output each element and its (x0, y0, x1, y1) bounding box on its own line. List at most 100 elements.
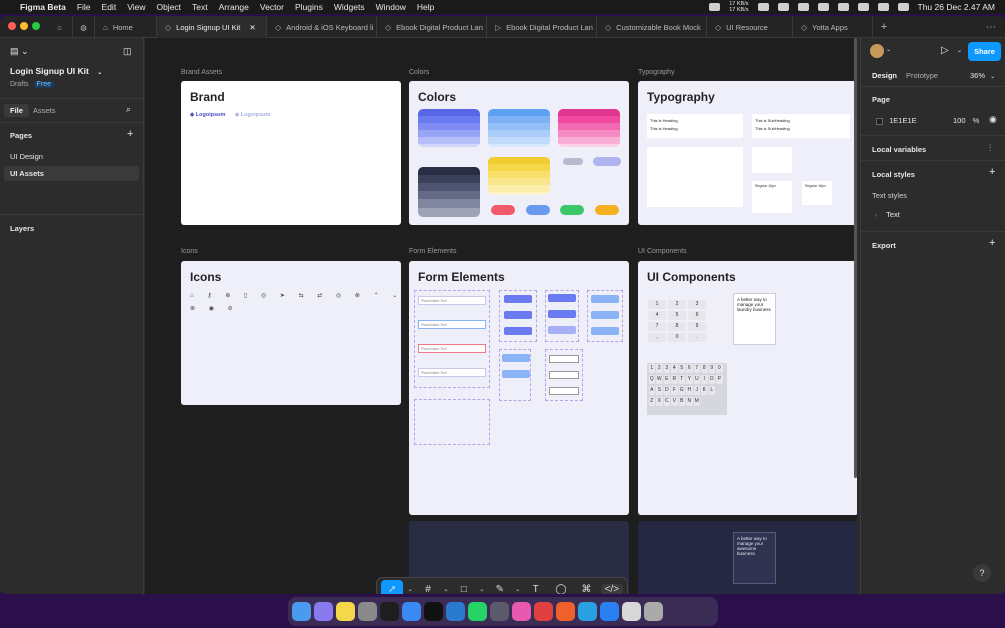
frame-tool-button[interactable]: # (417, 584, 439, 594)
toggle-sidebar-icon[interactable]: ◫ (123, 46, 132, 57)
tab-book-mock[interactable]: ◇ Customizable Book Mock (597, 16, 707, 38)
dev-mode-toggle[interactable]: </> (600, 584, 623, 594)
vscode-icon[interactable] (446, 602, 465, 621)
frame-label-colors[interactable]: Colors (409, 69, 429, 76)
clock[interactable]: Thu 26 Dec 2.47 AM (918, 2, 996, 12)
community-icon[interactable]: ◍ (73, 16, 95, 38)
telegram-icon[interactable] (578, 602, 597, 621)
status-icon[interactable] (777, 3, 789, 11)
avatar[interactable] (870, 44, 884, 58)
resources-tool-button[interactable]: ⌘ (575, 584, 597, 594)
add-page-icon[interactable]: + (127, 128, 133, 140)
status-icon[interactable] (709, 3, 721, 11)
menu-vector[interactable]: Vector (260, 2, 284, 12)
add-export-icon[interactable]: + (989, 237, 995, 249)
documents-icon[interactable] (622, 602, 641, 621)
chevron-down-icon[interactable]: ⌄ (886, 46, 891, 53)
chevron-down-icon[interactable]: ⌄ (514, 586, 521, 593)
home-icon[interactable]: ⌂ (47, 16, 73, 38)
frame-label-icons[interactable]: Icons (181, 248, 198, 255)
more-icon[interactable]: ⋯ (980, 16, 1002, 38)
page-item-ui-design[interactable]: UI Design (10, 152, 43, 161)
move-tool-button[interactable]: ➚ (381, 580, 404, 594)
menu-view[interactable]: View (127, 2, 145, 12)
frame-form-elements[interactable]: Form Elements Placeholder Text Placehold… (409, 261, 629, 515)
variables-icon[interactable]: ⫶ (989, 143, 991, 154)
system-settings-icon[interactable] (358, 602, 377, 621)
whatsapp-icon[interactable] (468, 602, 487, 621)
page-item-ui-assets[interactable]: UI Assets (4, 166, 139, 181)
frame-ui-components[interactable]: UI Components 123456789,0. A better way … (638, 261, 857, 515)
frame-label-ui[interactable]: UI Components (638, 248, 687, 255)
zoom-window-button[interactable] (32, 22, 40, 30)
terminal-icon[interactable] (424, 602, 443, 621)
chevron-down-icon[interactable]: ⌄ (957, 47, 962, 54)
tab-yotta[interactable]: ◇ Yotta Apps (793, 16, 873, 38)
frame-typography[interactable]: Typography This is Heading This is Headin… (638, 81, 857, 225)
record-icon[interactable] (837, 3, 849, 11)
menu-plugins[interactable]: Plugins (295, 2, 323, 12)
app-store-icon[interactable] (600, 602, 619, 621)
frame-label-typography[interactable]: Typography (638, 69, 675, 76)
share-button[interactable]: Share (968, 42, 1001, 61)
frame-ui-components-dark[interactable]: A better way to manage your awesome busi… (638, 521, 857, 594)
tab-file[interactable]: File (4, 104, 29, 117)
visibility-icon[interactable]: ◉ (989, 114, 997, 125)
tab-android-keyboard[interactable]: ◇ Android & iOS Keyboard li (267, 16, 377, 38)
brave-icon[interactable] (556, 602, 575, 621)
main-menu-icon[interactable]: ▤ ⌄ (10, 46, 29, 57)
tab-home[interactable]: ⌂ Home (95, 16, 157, 38)
page-opacity-field[interactable]: 100 % (953, 116, 979, 125)
tab-assets[interactable]: Assets (33, 106, 56, 115)
tab-ebook-2[interactable]: ▷ Ebook Digital Product Lan (487, 16, 597, 38)
tab-prototype[interactable]: Prototype (906, 71, 938, 80)
menu-window[interactable]: Window (376, 2, 406, 12)
control-center-icon[interactable] (897, 3, 909, 11)
zoom-level[interactable]: 36% ⌄ (970, 71, 995, 80)
frame-label-forms[interactable]: Form Elements (409, 248, 456, 255)
app-icon[interactable] (490, 602, 509, 621)
menu-edit[interactable]: Edit (102, 2, 117, 12)
safari-icon[interactable] (402, 602, 421, 621)
shape-tool-button[interactable]: □ (453, 584, 475, 594)
notes-icon[interactable] (336, 602, 355, 621)
notion-icon[interactable] (817, 3, 829, 11)
chevron-down-icon[interactable]: ⌄ (442, 586, 449, 593)
finder-icon[interactable] (292, 602, 311, 621)
figma-icon[interactable] (380, 602, 399, 621)
text-tool-button[interactable]: T (524, 584, 546, 594)
frame-colors[interactable]: Colors (409, 81, 629, 225)
close-window-button[interactable] (8, 22, 16, 30)
affinity-icon[interactable] (512, 602, 531, 621)
close-tab-icon[interactable]: ✕ (249, 23, 255, 32)
frame-icons[interactable]: Icons ⌂ ⚷ ⊕ ▯ ◎ ➤ ⇆ ⇄ ◎ ⊗ ⌃ ⌄ ⌄ ⌃ ⊗ ◉ ⊘ (181, 261, 401, 405)
menu-help[interactable]: Help (417, 2, 434, 12)
status-icon[interactable] (797, 3, 809, 11)
frame-brand[interactable]: Brand ◈ Logoipsum ◈ Logoipsum (181, 81, 401, 225)
search-icon[interactable]: ⌕ (126, 104, 131, 115)
pen-tool-button[interactable]: ✎ (489, 584, 511, 594)
present-icon[interactable]: ▷ (941, 45, 949, 56)
chevron-down-icon[interactable]: ⌄ (406, 586, 413, 593)
file-name[interactable]: Login Signup UI Kit ⌄ (10, 66, 102, 76)
tab-login-signup[interactable]: ◇ Login Signup UI Kit ✕ (157, 16, 267, 38)
app-icon[interactable] (534, 602, 553, 621)
comment-tool-button[interactable]: ◯ (550, 584, 572, 594)
app-menu[interactable]: Figma Beta (20, 2, 66, 12)
tab-ebook-1[interactable]: ◇ Ebook Digital Product Lan (377, 16, 487, 38)
wifi-icon[interactable] (877, 3, 889, 11)
menu-file[interactable]: File (77, 2, 91, 12)
tab-design[interactable]: Design (872, 71, 897, 80)
frame-label-brand[interactable]: Brand Assets (181, 69, 222, 76)
text-style-item[interactable]: › Text (875, 210, 900, 219)
menu-arrange[interactable]: Arrange (219, 2, 249, 12)
trash-icon[interactable] (644, 602, 663, 621)
menu-text[interactable]: Text (192, 2, 208, 12)
canvas[interactable]: Brand Assets Colors Typography Brand ◈ L… (145, 38, 857, 594)
launchpad-icon[interactable] (314, 602, 333, 621)
chevron-down-icon[interactable]: ⌄ (478, 586, 485, 593)
minimize-window-button[interactable] (20, 22, 28, 30)
tab-ui-resource[interactable]: ◇ UI Resource (707, 16, 793, 38)
menu-widgets[interactable]: Widgets (334, 2, 365, 12)
new-tab-button[interactable]: + (873, 16, 895, 38)
